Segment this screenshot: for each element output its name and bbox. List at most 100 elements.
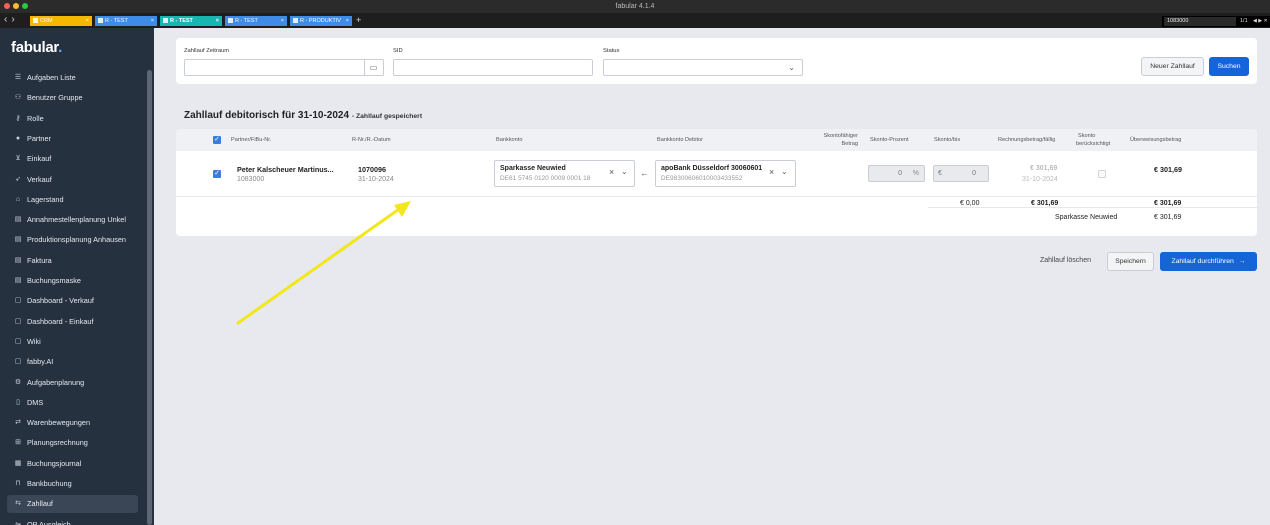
document-icon: ▤ (14, 216, 22, 224)
minimize-window-icon[interactable] (13, 3, 19, 9)
find-nav-icons[interactable]: ◀ ▶ ✕ (1253, 16, 1268, 27)
sidebar-item-aufgaben-liste[interactable]: ☰ Aufgaben Liste (7, 69, 138, 87)
search-button[interactable]: Suchen (1209, 57, 1249, 76)
sidebar-item-op-ausgleich[interactable]: ⇋ OP Ausgleich (7, 516, 138, 525)
sidebar-item-faktura[interactable]: ▤ Faktura (7, 252, 138, 270)
sidebar-item-label: Wiki (27, 336, 41, 346)
arrow-left-icon: ← (640, 168, 649, 178)
sidebar-item-dms[interactable]: ▯ DMS (7, 394, 138, 412)
bank-total-sum: € 301,69 (1154, 214, 1182, 221)
sidebar-item-planungsrechnung[interactable]: ⊞ Planungsrechnung (7, 434, 138, 452)
find-input[interactable]: 1083000 (1164, 17, 1236, 26)
delete-zahllauf-link[interactable]: Zahllauf löschen (1040, 257, 1091, 264)
sidebar-item-bankbuchung[interactable]: ⊓ Bankbuchung (7, 475, 138, 493)
gear-icon: ⚙ (14, 378, 22, 386)
zeitraum-input[interactable] (184, 59, 365, 76)
clear-icon[interactable]: × (609, 167, 614, 177)
status-label: Status (603, 48, 620, 54)
sidebar-item-zahllauf[interactable]: ⇆ Zahllauf (7, 495, 138, 514)
sidebar-item-aufgabenplanung[interactable]: ⚙ Aufgabenplanung (7, 374, 138, 392)
bank-icon: ⊓ (15, 480, 21, 487)
sidebar-item-dashboard-einkauf[interactable]: ▢ Dashboard - Einkauf (7, 313, 138, 331)
skonto-betrag-input[interactable]: € 0 (933, 165, 989, 182)
select-all-checkbox[interactable]: ✓ (213, 136, 221, 144)
chevron-down-icon: ⌄ (781, 167, 788, 176)
clear-icon[interactable]: × (769, 167, 774, 177)
sidebar-item-label: Partner (27, 133, 51, 143)
sidebar-item-label: Zahllauf (27, 499, 53, 509)
row-checkbox[interactable]: ✓ (213, 170, 221, 178)
skonto-beruecksichtigt-checkbox[interactable] (1098, 170, 1106, 178)
movement-icon: ⇄ (15, 419, 21, 427)
col-rnr: R-Nr./R.-Datum (352, 137, 391, 143)
sidebar-item-label: Dashboard - Verkauf (27, 296, 94, 306)
skonto-betrag-value: 0 (972, 170, 976, 177)
sidebar-item-annahmestellenplanung-unkel[interactable]: ▤ Annahmestellenplanung Unkel (7, 211, 138, 229)
skonto-prozent-input[interactable]: 0 % (868, 165, 925, 182)
sidebar-item-label: Produktionsplanung Anhausen (27, 235, 126, 245)
tab-close-icon[interactable]: × (346, 16, 349, 26)
status-select[interactable]: ⌄ (603, 59, 803, 76)
sidebar-item-produktionsplanung-anhausen[interactable]: ▤ Produktionsplanung Anhausen (7, 231, 138, 249)
app-logo[interactable]: fabular. (11, 39, 62, 56)
tab-close-icon[interactable]: × (216, 16, 219, 26)
person-icon: ● (15, 134, 21, 142)
sidebar-item-dashboard-verkauf[interactable]: ▢ Dashboard - Verkauf (7, 292, 138, 310)
bank-total-label: Sparkasse Neuwied (1055, 214, 1118, 221)
calendar-icon[interactable]: ▭ (364, 59, 384, 76)
save-button[interactable]: Speichern (1107, 252, 1154, 271)
sidebar-item-label: Aufgabenplanung (27, 377, 85, 387)
execute-zahllauf-button[interactable]: Zahllauf durchführen → (1160, 252, 1257, 271)
window-controls[interactable] (4, 3, 28, 9)
ueberweisungsbetrag: € 301,69 (1154, 165, 1182, 174)
sidebar-item-einkauf[interactable]: ⊻ Einkauf (7, 150, 138, 168)
tab-close-icon[interactable]: × (151, 16, 154, 26)
partner-nr: 1083000 (237, 176, 265, 183)
tab-r-test-active[interactable]: R - TEST × (160, 16, 222, 26)
rechnung-sum: € 301,69 (1031, 200, 1059, 207)
sidebar-item-warenbewegungen[interactable]: ⇄ Warenbewegungen (7, 414, 138, 432)
close-window-icon[interactable] (4, 3, 10, 9)
bankkonto-select[interactable]: Sparkasse Neuwied DE61 5745 0120 0009 00… (494, 160, 635, 187)
tab-r-produktiv[interactable]: R - PRODUKTIV × (290, 16, 352, 26)
col-skonto-prozent: Skonto-Prozent (870, 137, 909, 143)
new-zahllauf-button[interactable]: Neuer Zahllauf (1141, 57, 1204, 76)
find-count: 1/1 (1240, 18, 1248, 24)
history-arrows[interactable]: ‹› (4, 14, 19, 26)
sidebar-item-lagerstand[interactable]: ⌂ Lagerstand (7, 191, 138, 209)
zeitraum-label: Zahllauf Zeitraum (184, 48, 230, 54)
balance-icon: ⇋ (15, 520, 21, 525)
sidebar-item-partner[interactable]: ● Partner (7, 130, 138, 148)
sidebar-item-label: Verkauf (27, 174, 52, 184)
tab-close-icon[interactable]: × (281, 16, 284, 26)
forward-arrow-icon[interactable]: › (11, 14, 18, 25)
tab-crm[interactable]: CRM × (30, 16, 92, 26)
col-rechnungsbetrag: Rechnungsbetrag/fällig (998, 137, 1056, 143)
sidebar-scrollbar[interactable] (147, 70, 152, 525)
sidebar-item-rolle[interactable]: ⚷ Rolle (7, 110, 138, 128)
sidebar-item-benutzer-gruppe[interactable]: ⚇ Benutzer Gruppe (7, 89, 138, 107)
cart-icon: ⊻ (15, 155, 21, 163)
sidebar-item-wiki[interactable]: ▢ Wiki (7, 333, 138, 351)
tab-close-icon[interactable]: × (86, 16, 89, 26)
chat-icon: ▢ (14, 358, 22, 366)
sidebar-item-fabby-ai[interactable]: ▢ fabby.AI (7, 353, 138, 371)
tab-r-test-3[interactable]: R - TEST × (225, 16, 287, 26)
faellig-datum: 31-10-2024 (1022, 176, 1058, 183)
sidebar-item-label: Annahmestellenplanung Unkel (27, 215, 126, 225)
sidebar-item-buchungsmaske[interactable]: ▤ Buchungsmaske (7, 272, 138, 290)
add-tab-icon[interactable]: + (356, 15, 361, 25)
sidebar-item-label: Dashboard - Einkauf (27, 316, 94, 326)
rechnung-datum: 31-10-2024 (358, 176, 394, 183)
maximize-window-icon[interactable] (22, 3, 28, 9)
sid-input[interactable] (393, 59, 593, 76)
tab-r-test-1[interactable]: R - TEST × (95, 16, 157, 26)
document-icon: ▤ (14, 256, 22, 264)
sidebar-item-label: Buchungsmaske (27, 276, 81, 285)
bankkonto-debitor-select[interactable]: apoBank Düsseldorf 30060601 DE9830060601… (655, 160, 796, 187)
sidebar-item-buchungsjournal[interactable]: ▦ Buchungsjournal (7, 455, 138, 473)
sidebar-item-verkauf[interactable]: ➶ Verkauf (7, 171, 138, 189)
percent-unit: % (912, 170, 919, 177)
currency-unit: € (938, 170, 942, 177)
tab-bar: ‹› CRM × R - TEST × R - TEST × R - TEST … (0, 13, 1270, 28)
